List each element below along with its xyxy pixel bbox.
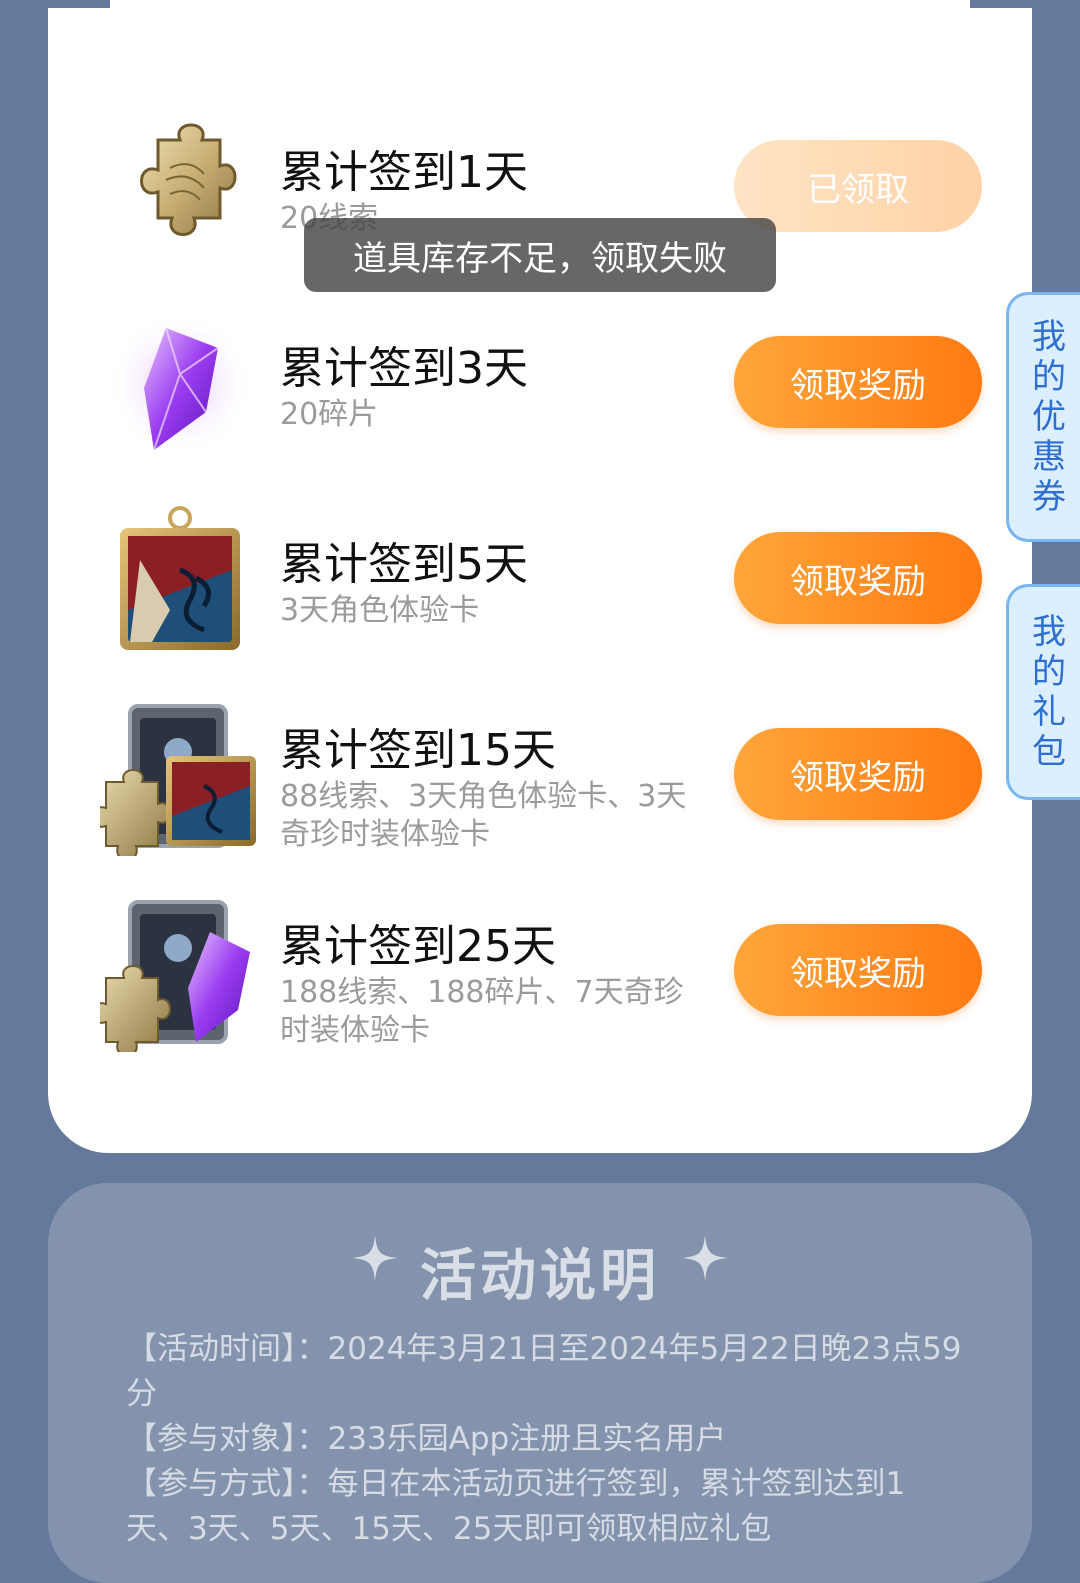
- reward-title: 累计签到3天: [280, 343, 528, 394]
- claim-reward-button[interactable]: 领取奖励: [734, 532, 982, 624]
- info-target-label: 【参与对象】：: [126, 1421, 328, 1457]
- info-text: 【活动时间】：2024年3月21日至2024年5月22日晚23点59分 【参与对…: [126, 1327, 966, 1552]
- reward-desc: 20碎片: [280, 397, 379, 432]
- reward-title: 累计签到15天: [280, 725, 556, 776]
- my-gifts-tab[interactable]: 我的礼包: [1006, 584, 1080, 800]
- purple-crystal-icon: [108, 312, 252, 456]
- claim-reward-button[interactable]: 领取奖励: [734, 728, 982, 820]
- bundle-puzzle-crystal-icon: [100, 900, 250, 1052]
- reward-title: 累计签到5天: [280, 539, 528, 590]
- rewards-card: 累计签到1天 20线索 已领取 累计签到3天 20碎片 领取奖励 累: [48, 8, 1032, 1153]
- claimed-button[interactable]: 已领取: [734, 140, 982, 232]
- activity-info-panel: 活动说明 【活动时间】：2024年3月21日至2024年5月22日晚23点59分…: [48, 1183, 1032, 1583]
- bundle-puzzle-card-icon: [100, 704, 256, 856]
- reward-row-day25: 累计签到25天 188线索、188碎片、7天奇珍时装体验卡 领取奖励: [48, 892, 1032, 1052]
- reward-title: 累计签到1天: [280, 147, 528, 198]
- my-coupons-tab[interactable]: 我的优惠券: [1006, 292, 1080, 542]
- reward-desc: 188线索、188碎片、7天奇珍时装体验卡: [280, 975, 684, 1048]
- reward-title: 累计签到25天: [280, 921, 556, 972]
- info-time-line: 【活动时间】：2024年3月21日至2024年5月22日晚23点59分: [126, 1327, 966, 1417]
- reward-row-day3: 累计签到3天 20碎片 领取奖励: [48, 304, 1032, 464]
- my-gifts-label: 我的礼包: [1032, 612, 1066, 772]
- reward-row-day15: 累计签到15天 88线索、3天角色体验卡、3天奇珍时装体验卡 领取奖励: [48, 696, 1032, 856]
- reward-row-day5: 累计签到5天 3天角色体验卡 领取奖励: [48, 500, 1032, 660]
- info-method-label: 【参与方式】：: [126, 1466, 328, 1502]
- info-time-label: 【活动时间】：: [126, 1331, 328, 1367]
- puzzle-piece-icon: [140, 123, 237, 236]
- character-card-icon: [120, 506, 240, 650]
- info-target-value: 233乐园App注册且实名用户: [327, 1421, 727, 1457]
- reward-desc: 3天角色体验卡: [280, 593, 480, 628]
- claim-reward-button[interactable]: 领取奖励: [734, 924, 982, 1016]
- info-title: 活动说明: [420, 1244, 660, 1309]
- reward-desc: 88线索、3天角色体验卡、3天奇珍时装体验卡: [280, 779, 687, 852]
- info-method-line: 【参与方式】：每日在本活动页进行签到，累计签到达到1天、3天、5天、15天、25…: [126, 1462, 966, 1552]
- error-toast: 道具库存不足，领取失败: [304, 218, 776, 292]
- claim-reward-button[interactable]: 领取奖励: [734, 336, 982, 428]
- my-coupons-label: 我的优惠券: [1032, 317, 1066, 517]
- info-target-line: 【参与对象】：233乐园App注册且实名用户: [126, 1417, 966, 1462]
- sparkle-icon: [682, 1235, 728, 1281]
